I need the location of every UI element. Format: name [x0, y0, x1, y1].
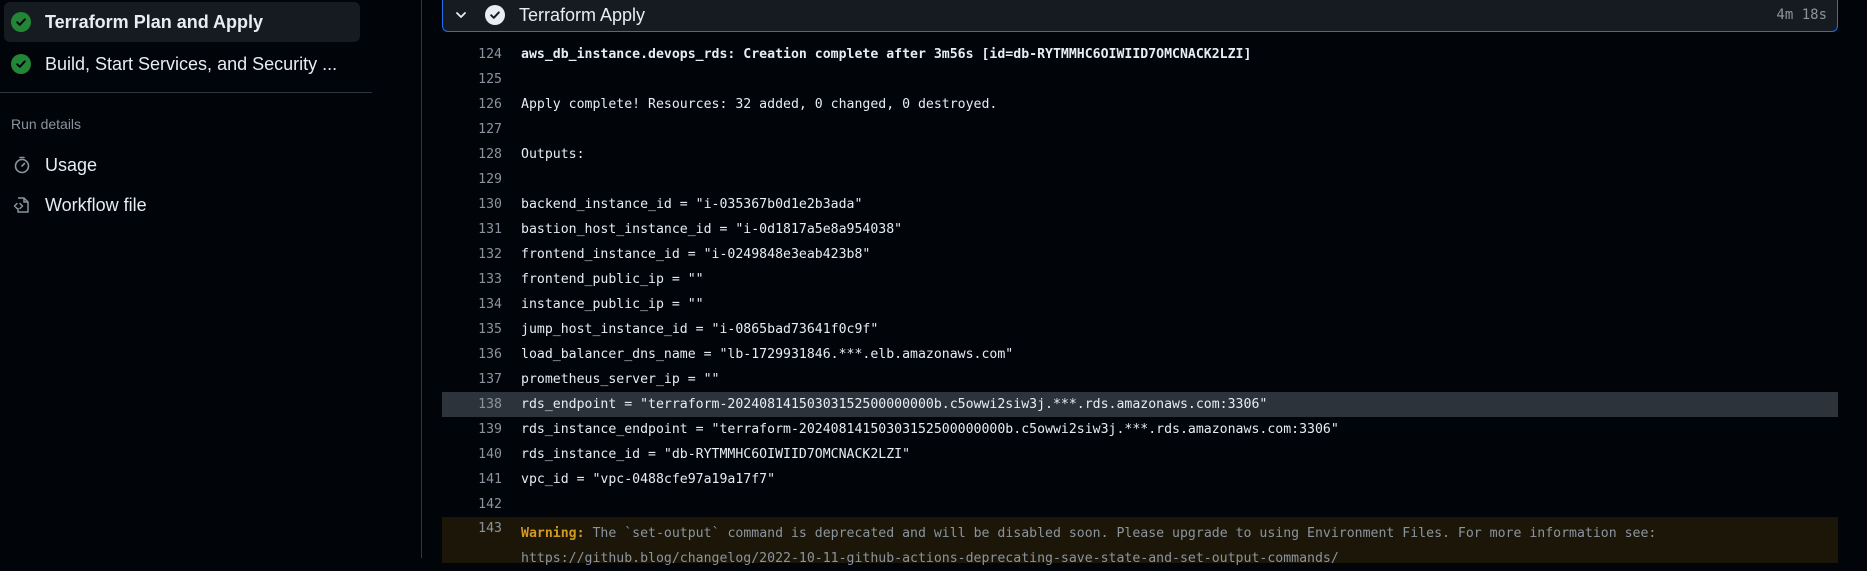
- line-text: Outputs:: [521, 147, 585, 162]
- line-text: frontend_public_ip = "": [521, 272, 704, 287]
- log-line: 142: [442, 492, 1838, 517]
- line-text: jump_host_instance_id = "i-0865bad73641f…: [521, 322, 879, 337]
- warning-message: The `set-output` command is deprecated a…: [521, 526, 1657, 566]
- line-number[interactable]: 138: [442, 397, 502, 412]
- line-text: aws_db_instance.devops_rds: Creation com…: [521, 47, 1252, 62]
- line-number[interactable]: 129: [442, 172, 502, 187]
- line-number[interactable]: 141: [442, 472, 502, 487]
- log-line: 129: [442, 167, 1838, 192]
- line-text: load_balancer_dns_name = "lb-1729931846.…: [521, 347, 1014, 362]
- nav-label: Usage: [45, 154, 98, 175]
- log-line: 137 prometheus_server_ip = "": [442, 367, 1838, 392]
- log-line: 131 bastion_host_instance_id = "i-0d1817a…: [442, 217, 1838, 242]
- line-number[interactable]: 143: [442, 517, 502, 536]
- line-number[interactable]: 137: [442, 372, 502, 387]
- log-line: 130 backend_instance_id = "i-035367b0d1e2…: [442, 192, 1838, 217]
- sidebar: Terraform Plan and Apply Build, Start Se…: [0, 0, 422, 558]
- line-text: instance_public_ip = "": [521, 297, 704, 312]
- line-text: rds_endpoint = "terraform-20240814150303…: [521, 397, 1268, 412]
- job-label: Build, Start Services, and Security ...: [45, 53, 338, 74]
- job-build-start-services[interactable]: Build, Start Services, and Security ...: [4, 44, 360, 84]
- log-panel: Terraform Apply 4m 18s 124 aws_db_instanc…: [422, 0, 1867, 566]
- log-line: 139 rds_instance_endpoint = "terraform-20…: [442, 417, 1838, 442]
- log-line-warning: 143 Warning: The `set-output` command is …: [442, 517, 1838, 566]
- log-line: 127: [442, 117, 1838, 142]
- line-text: vpc_id = "vpc-0488cfe97a19a17f7": [521, 472, 776, 487]
- line-number[interactable]: 133: [442, 272, 502, 287]
- log-line: 125: [442, 67, 1838, 92]
- line-number[interactable]: 125: [442, 72, 502, 87]
- log-line: 141 vpc_id = "vpc-0488cfe97a19a17f7": [442, 467, 1838, 492]
- line-number[interactable]: 134: [442, 297, 502, 312]
- step-title: Terraform Apply: [519, 4, 646, 25]
- file-code-icon: [11, 194, 33, 216]
- line-number[interactable]: 130: [442, 197, 502, 212]
- job-label: Terraform Plan and Apply: [45, 11, 264, 32]
- stopwatch-icon: [11, 154, 33, 176]
- nav-item-workflow-file[interactable]: Workflow file: [4, 187, 360, 223]
- line-text: rds_instance_endpoint = "terraform-20240…: [521, 422, 1339, 437]
- line-text: backend_instance_id = "i-035367b0d1e2b3a…: [521, 197, 863, 212]
- line-number[interactable]: 131: [442, 222, 502, 237]
- log-line-highlighted: 138 rds_endpoint = "terraform-20240814150…: [442, 392, 1838, 417]
- line-text: rds_instance_id = "db-RYTMMHC6OIWIID7OMC…: [521, 447, 911, 462]
- line-number[interactable]: 124: [442, 47, 502, 62]
- line-number[interactable]: 140: [442, 447, 502, 462]
- step-header-terraform-apply[interactable]: Terraform Apply 4m 18s: [442, 0, 1838, 32]
- line-number[interactable]: 128: [442, 147, 502, 162]
- line-number[interactable]: 132: [442, 247, 502, 262]
- log-line: 136 load_balancer_dns_name = "lb-17299318…: [442, 342, 1838, 367]
- line-text: prometheus_server_ip = "": [521, 372, 720, 387]
- log-line: 140 rds_instance_id = "db-RYTMMHC6OIWIID7…: [442, 442, 1838, 467]
- log-line: 135 jump_host_instance_id = "i-0865bad736…: [442, 317, 1838, 342]
- warning-text: Warning: The `set-output` command is dep…: [521, 517, 1656, 571]
- nav-item-usage[interactable]: Usage: [4, 147, 360, 183]
- log-output: 124 aws_db_instance.devops_rds: Creation …: [442, 42, 1838, 566]
- log-line: 124 aws_db_instance.devops_rds: Creation …: [442, 42, 1838, 67]
- log-line: 128 Outputs:: [442, 142, 1838, 167]
- check-circle-icon: [485, 5, 505, 25]
- job-terraform-plan-apply[interactable]: Terraform Plan and Apply: [4, 2, 360, 42]
- line-number[interactable]: 126: [442, 97, 502, 112]
- check-circle-icon: [11, 54, 31, 74]
- line-text: bastion_host_instance_id = "i-0d1817a5e8…: [521, 222, 903, 237]
- check-circle-icon: [11, 12, 31, 32]
- warning-label: Warning:: [521, 526, 585, 541]
- line-number[interactable]: 135: [442, 322, 502, 337]
- log-line: 132 frontend_instance_id = "i-0249848e3ea…: [442, 242, 1838, 267]
- line-number[interactable]: 136: [442, 347, 502, 362]
- step-duration: 4m 18s: [1776, 7, 1827, 23]
- line-number[interactable]: 139: [442, 422, 502, 437]
- log-line: 133 frontend_public_ip = "": [442, 267, 1838, 292]
- log-line: 134 instance_public_ip = "": [442, 292, 1838, 317]
- log-line: 126 Apply complete! Resources: 32 added, …: [442, 92, 1838, 117]
- chevron-down-icon[interactable]: [453, 7, 469, 23]
- line-text: frontend_instance_id = "i-0249848e3eab42…: [521, 247, 871, 262]
- line-number[interactable]: 142: [442, 497, 502, 512]
- line-text: Apply complete! Resources: 32 added, 0 c…: [521, 97, 998, 112]
- line-number[interactable]: 127: [442, 122, 502, 137]
- sidebar-divider: [0, 92, 372, 93]
- nav-label: Workflow file: [45, 194, 147, 215]
- run-details-title: Run details: [11, 116, 82, 132]
